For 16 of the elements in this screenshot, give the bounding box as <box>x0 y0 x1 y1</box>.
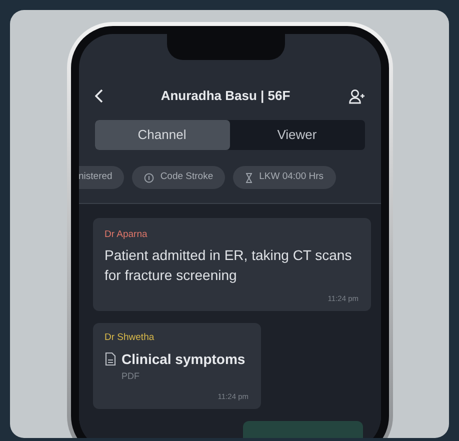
tab[interactable]: Viewer <box>230 120 364 150</box>
hourglass-icon <box>245 172 254 182</box>
chip-label: Code Stroke <box>160 170 214 184</box>
add-person-icon[interactable] <box>348 88 364 104</box>
back-icon[interactable] <box>94 89 102 103</box>
sender-name: Dr Shwetha <box>104 330 156 344</box>
patient-title: Anuradha Basu | 56F <box>160 87 290 106</box>
file-name[interactable]: Clinical symptoms <box>122 348 246 370</box>
sender-name: Dr Aparna <box>104 228 148 242</box>
message-text: Patient admitted in ER, taking CT scans for fracture screening <box>104 246 353 286</box>
chip-label: LKW 04:00 Hrs <box>259 170 324 184</box>
tab[interactable]: Channel <box>94 120 230 150</box>
file-type: PDF <box>122 370 140 383</box>
document-icon <box>104 352 116 366</box>
chip-label: nistered <box>78 170 112 184</box>
info-icon <box>144 172 154 182</box>
